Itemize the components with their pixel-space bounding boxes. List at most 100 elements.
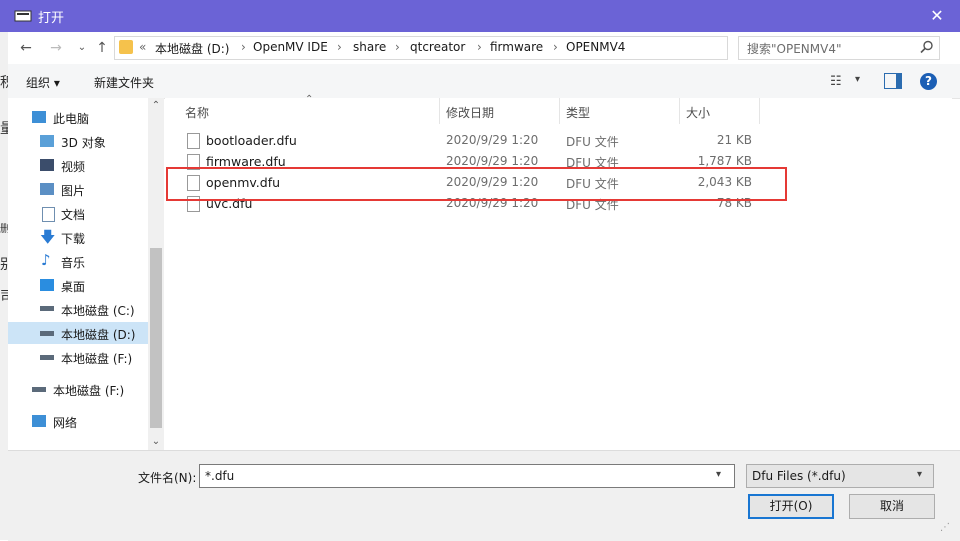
sidebar-item-desktop[interactable]: 桌面 [8, 274, 148, 296]
sidebar-item-label: 本地磁盘 (F:) [61, 352, 133, 366]
column-type[interactable]: 类型 [566, 104, 590, 121]
forward-button[interactable]: → [46, 38, 66, 58]
view-dropdown[interactable]: ▾ [855, 74, 860, 85]
column-name[interactable]: 名称 [185, 104, 209, 121]
sidebar-item-label: 视频 [61, 160, 86, 174]
file-list: ⌃ 名称 修改日期 类型 大小 bootloader.dfu 2020/9/29… [165, 94, 952, 450]
new-folder-button[interactable]: 新建文件夹 [94, 74, 154, 91]
view-options-icon[interactable]: ☷ [830, 74, 842, 89]
filename-label: 文件名(N): [138, 471, 197, 485]
folder-icon [119, 40, 133, 54]
sidebar-item-label: 本地磁盘 (F:) [53, 384, 125, 398]
file-size: 21 KB [716, 133, 752, 147]
computer-icon [32, 111, 46, 123]
organize-button[interactable]: 组织 ▾ [26, 74, 60, 91]
sidebar-item-drive-f[interactable]: 本地磁盘 (F:) [8, 346, 148, 368]
close-button[interactable]: ✕ [922, 2, 952, 30]
sidebar-item-label: 网络 [53, 416, 78, 430]
search-placeholder: 搜索"OPENMV4" [747, 42, 842, 56]
search-input[interactable]: 搜索"OPENMV4" [738, 36, 940, 60]
annotation-highlight-box [166, 167, 787, 201]
network-icon [32, 415, 46, 427]
breadcrumb-openmv-ide[interactable]: OpenMV IDE [253, 40, 328, 54]
breadcrumb-drive-d[interactable]: 本地磁盘 (D:) [155, 40, 229, 57]
cancel-button[interactable]: 取消 [849, 494, 935, 519]
sidebar-item-drive-f-root[interactable]: 本地磁盘 (F:) [8, 378, 148, 400]
breadcrumb-openmv4[interactable]: OPENMV4 [566, 40, 625, 54]
recent-locations-dropdown[interactable]: ⌄ [72, 38, 92, 58]
up-button[interactable]: ↑ [92, 38, 112, 58]
column-size[interactable]: 大小 [686, 104, 710, 121]
sidebar-item-label: 本地磁盘 (D:) [61, 328, 136, 342]
picture-icon [40, 183, 54, 195]
scroll-down-icon[interactable]: ⌄ [148, 436, 164, 447]
column-headers: ⌃ 名称 修改日期 类型 大小 [165, 94, 765, 124]
navigation-pane: 此电脑 3D 对象 视频 图片 文档 🡇 下载 ♪ 音乐 桌面 本地磁盘 (C:… [8, 98, 164, 450]
breadcrumb-separator[interactable]: › [337, 40, 342, 54]
window-title: 打开 [38, 11, 65, 26]
file-type-filter[interactable]: Dfu Files (*.dfu) ▾ [746, 464, 934, 488]
column-modified[interactable]: 修改日期 [446, 104, 494, 121]
filename-history-dropdown[interactable]: ▾ [716, 469, 721, 480]
sidebar-item-3d-objects[interactable]: 3D 对象 [8, 130, 148, 152]
chevron-down-icon[interactable]: ▾ [917, 469, 922, 480]
document-icon [42, 207, 55, 222]
file-name: bootloader.dfu [206, 133, 297, 148]
breadcrumb-share[interactable]: share [353, 40, 386, 54]
drive-d-icon [40, 331, 54, 336]
sidebar-item-label: 文档 [61, 208, 86, 222]
music-icon: ♪ [41, 251, 51, 269]
scrollbar-thumb[interactable] [150, 248, 162, 428]
file-size: 1,787 KB [697, 154, 752, 168]
address-bar[interactable]: « 本地磁盘 (D:) › OpenMV IDE › share › qtcre… [114, 36, 834, 60]
breadcrumb-firmware[interactable]: firmware [490, 40, 543, 54]
scroll-up-icon[interactable]: ⌃ [148, 100, 164, 111]
preview-pane-icon[interactable] [884, 73, 902, 89]
desktop-icon [40, 279, 54, 291]
sidebar-item-label: 本地磁盘 (C:) [61, 304, 135, 318]
file-type: DFU 文件 [566, 135, 619, 149]
sidebar-item-this-pc[interactable]: 此电脑 [8, 106, 148, 128]
overflow-chevron[interactable]: « [139, 40, 146, 54]
sidebar-item-videos[interactable]: 视频 [8, 154, 148, 176]
drive-f-icon [32, 387, 46, 392]
sidebar-item-network[interactable]: 网络 [8, 410, 148, 432]
column-divider[interactable] [679, 98, 680, 124]
column-divider[interactable] [759, 98, 760, 124]
sidebar-item-music[interactable]: ♪ 音乐 [8, 250, 148, 272]
sidebar-item-label: 桌面 [61, 280, 86, 294]
sidebar-item-label: 音乐 [61, 256, 86, 270]
filename-input[interactable]: *.dfu ▾ [199, 464, 735, 488]
sidebar-item-pictures[interactable]: 图片 [8, 178, 148, 200]
drive-c-icon [40, 306, 54, 311]
column-divider[interactable] [439, 98, 440, 124]
sidebar-item-documents[interactable]: 文档 [8, 202, 148, 224]
cube-icon [40, 135, 54, 147]
back-button[interactable]: ← [16, 38, 36, 58]
breadcrumb-separator[interactable]: › [241, 40, 246, 54]
sidebar-item-drive-c[interactable]: 本地磁盘 (C:) [8, 298, 148, 320]
filename-value: *.dfu [205, 469, 235, 483]
video-icon [40, 159, 54, 171]
sidebar-item-label: 下载 [61, 232, 86, 246]
file-modified: 2020/9/29 1:20 [446, 154, 539, 168]
search-icon[interactable] [919, 39, 935, 55]
help-icon[interactable]: ? [920, 73, 937, 90]
title-bar [0, 0, 960, 32]
download-icon: 🡇 [40, 228, 56, 246]
column-divider[interactable] [559, 98, 560, 124]
file-modified: 2020/9/29 1:20 [446, 133, 539, 147]
file-row-bootloader[interactable]: bootloader.dfu 2020/9/29 1:20 DFU 文件 21 … [181, 131, 771, 152]
breadcrumb-separator[interactable]: › [395, 40, 400, 54]
sort-ascending-icon: ⌃ [305, 94, 314, 105]
sidebar-item-drive-d[interactable]: 本地磁盘 (D:) [8, 322, 148, 344]
resize-grip-icon[interactable]: ⋰ [940, 522, 950, 533]
sidebar-item-downloads[interactable]: 🡇 下载 [8, 226, 148, 248]
sidebar-scrollbar[interactable]: ⌃ ⌄ [148, 98, 164, 450]
breadcrumb-separator[interactable]: › [477, 40, 482, 54]
sidebar-item-label: 图片 [61, 184, 86, 198]
open-button[interactable]: 打开(O) [748, 494, 834, 519]
breadcrumb-separator[interactable]: › [553, 40, 558, 54]
file-icon [187, 133, 200, 149]
breadcrumb-qtcreator[interactable]: qtcreator [410, 40, 465, 54]
